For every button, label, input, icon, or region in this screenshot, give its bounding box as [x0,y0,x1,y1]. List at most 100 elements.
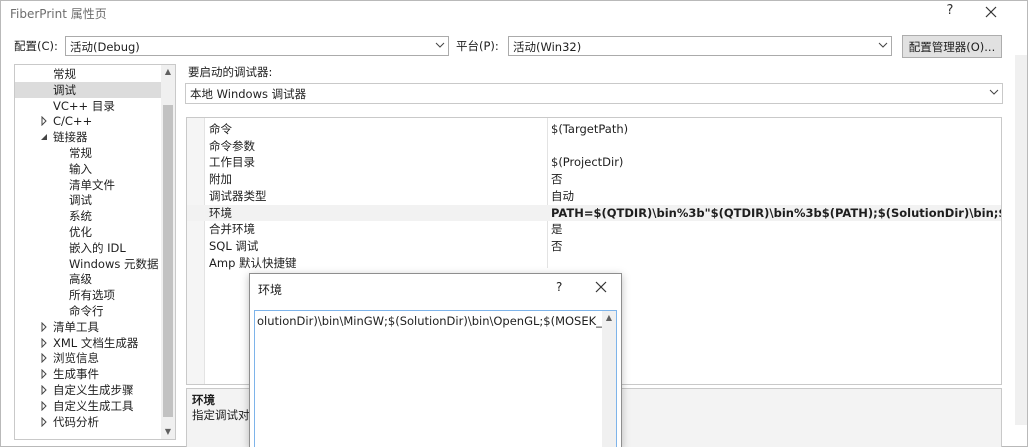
tree-item[interactable]: 系统 [15,208,161,224]
dialog-scrollbar[interactable]: ▲ [602,311,616,447]
collapsed-arrow-icon[interactable] [40,353,48,364]
property-row[interactable]: 环境 PATH=$(QTDIR)\bin%3b"$(QTDIR)\bin%3b$(… [187,204,1001,221]
tree-item[interactable]: 自定义生成步骤 [15,382,161,398]
tree-item[interactable]: 清单文件 [15,177,161,193]
tree-item[interactable]: 高级 [15,271,161,287]
property-row[interactable]: 工作目录 $(ProjectDir) [187,154,1001,170]
property-row[interactable]: 合并环境 是 [187,221,1001,237]
tree-item[interactable]: 链接器 [15,129,161,145]
tree-item[interactable]: 所有选项 [15,287,161,303]
scroll-down-icon[interactable]: ▼ [163,427,173,437]
property-value[interactable]: 否 [551,238,563,254]
environment-dialog: 环境 ? olutionDir)\bin\MinGW;$(SolutionDir… [249,273,622,447]
collapsed-arrow-icon[interactable] [40,116,48,127]
tree-item-label: Windows 元数据 [69,256,159,271]
help-button[interactable]: ? [941,3,959,21]
property-row[interactable]: 命令 $(TargetPath) [187,121,1001,137]
debugger-select[interactable]: 本地 Windows 调试器 [185,83,1003,104]
debugger-select-value: 本地 Windows 调试器 [190,87,307,101]
scroll-up-icon[interactable]: ▲ [604,313,614,323]
property-name: Amp 默认快捷键 [209,255,297,270]
tree-item-label: 自定义生成工具 [53,398,134,413]
property-pages-window: FiberPrint 属性页 ? 配置(C): 活动(Debug) 平台(P):… [0,0,1028,447]
tree-item[interactable]: 清单工具 [15,319,161,335]
property-row[interactable]: 附加 否 [187,171,1001,187]
close-icon[interactable] [594,280,608,294]
property-value[interactable]: $(ProjectDir) [551,154,623,170]
config-select[interactable]: 活动(Debug) [65,36,449,56]
property-name: 合并环境 [209,222,255,237]
platform-select-value: 活动(Win32) [513,40,582,54]
tree-item[interactable]: 浏览信息 [15,350,161,366]
tree-item[interactable]: 调试 [15,192,161,208]
window-title: FiberPrint 属性页 [10,7,107,21]
config-label: 配置(C): [14,39,58,53]
chevron-down-icon [989,89,999,95]
collapsed-arrow-icon[interactable] [40,369,48,380]
tree-item-label: 链接器 [53,130,88,145]
tree-item[interactable]: 常规 [15,145,161,161]
collapsed-arrow-icon[interactable] [40,321,48,332]
tree-item-label: 清单文件 [69,177,115,192]
platform-label: 平台(P): [456,39,499,53]
config-select-value: 活动(Debug) [70,40,140,54]
collapsed-arrow-icon[interactable] [40,416,48,427]
tree-item-label: 命令行 [69,304,104,318]
scroll-up-icon[interactable]: ▲ [163,67,173,77]
tree-item[interactable]: 代码分析 [15,414,161,430]
tree-item[interactable]: 嵌入的 IDL [15,240,161,256]
collapsed-arrow-icon[interactable] [40,400,48,411]
close-icon[interactable] [981,2,1001,22]
tree-item[interactable]: 常规 [15,66,161,82]
property-name: 命令参数 [209,138,255,153]
tree-item[interactable]: 自定义生成工具 [15,398,161,414]
property-row[interactable]: 调试器类型 自动 [187,188,1001,204]
property-name: 工作目录 [209,155,255,170]
tree-item-label: 优化 [69,225,92,239]
tree-item-label: 常规 [69,146,92,160]
tree-item[interactable]: 优化 [15,224,161,240]
property-value[interactable]: $(TargetPath) [551,121,628,137]
tree-item[interactable]: 命令行 [15,303,161,319]
tree-item-label: 代码分析 [53,414,99,429]
grid-scrollbar[interactable] [1015,55,1027,425]
tree-item-label: 浏览信息 [53,351,99,366]
config-manager-button[interactable]: 配置管理器(O)... [902,35,1002,58]
collapsed-arrow-icon[interactable] [40,337,48,348]
property-value[interactable]: 否 [551,171,563,187]
chevron-down-icon [435,42,445,48]
expanded-arrow-icon[interactable] [40,132,48,142]
tree-item-label: 清单工具 [53,319,99,334]
collapsed-arrow-icon[interactable] [40,385,48,395]
tree-item-label: 嵌入的 IDL [69,240,126,255]
tree-item-label: 高级 [69,272,92,287]
platform-select[interactable]: 活动(Win32) [508,36,892,56]
dialog-help-button[interactable]: ? [556,280,562,294]
tree-item[interactable]: XML 文档生成器 [15,335,161,351]
tree-item[interactable]: 输入 [15,161,161,177]
tree-item-label: C/C++ [53,114,93,129]
tree-item[interactable]: VC++ 目录 [15,98,161,114]
tree-item-label: 调试 [69,193,92,208]
scroll-thumb[interactable] [163,105,173,417]
dialog-title: 环境 [258,283,283,297]
tree-scrollbar[interactable]: ▲ ▼ [161,65,175,439]
tree-item[interactable]: 调试 [15,81,161,98]
tree-item-label: 常规 [53,67,76,81]
tree-item[interactable]: Windows 元数据 [15,256,161,272]
description-text: 指定调试对 [192,408,250,422]
tree-item-label: XML 文档生成器 [53,335,139,350]
property-row[interactable]: 命令参数 [187,138,1001,154]
environment-textarea[interactable]: olutionDir)\bin\MinGW;$(SolutionDir)\bin… [254,310,617,447]
property-row[interactable]: SQL 调试 否 [187,238,1001,254]
tree-item[interactable]: 生成事件 [15,366,161,382]
property-value[interactable]: PATH=$(QTDIR)\bin%3b"$(QTDIR)\bin%3b$(PA… [551,205,1001,221]
property-row[interactable]: Amp 默认快捷键 [187,255,1001,271]
property-value[interactable]: 是 [551,221,563,237]
chevron-down-icon [878,42,888,48]
title-bar: FiberPrint 属性页 ? [1,1,1027,25]
property-name: 环境 [209,205,232,220]
tree-item-label: 所有选项 [69,288,115,303]
property-value[interactable]: 自动 [551,188,574,204]
tree-item[interactable]: C/C++ [15,113,161,129]
